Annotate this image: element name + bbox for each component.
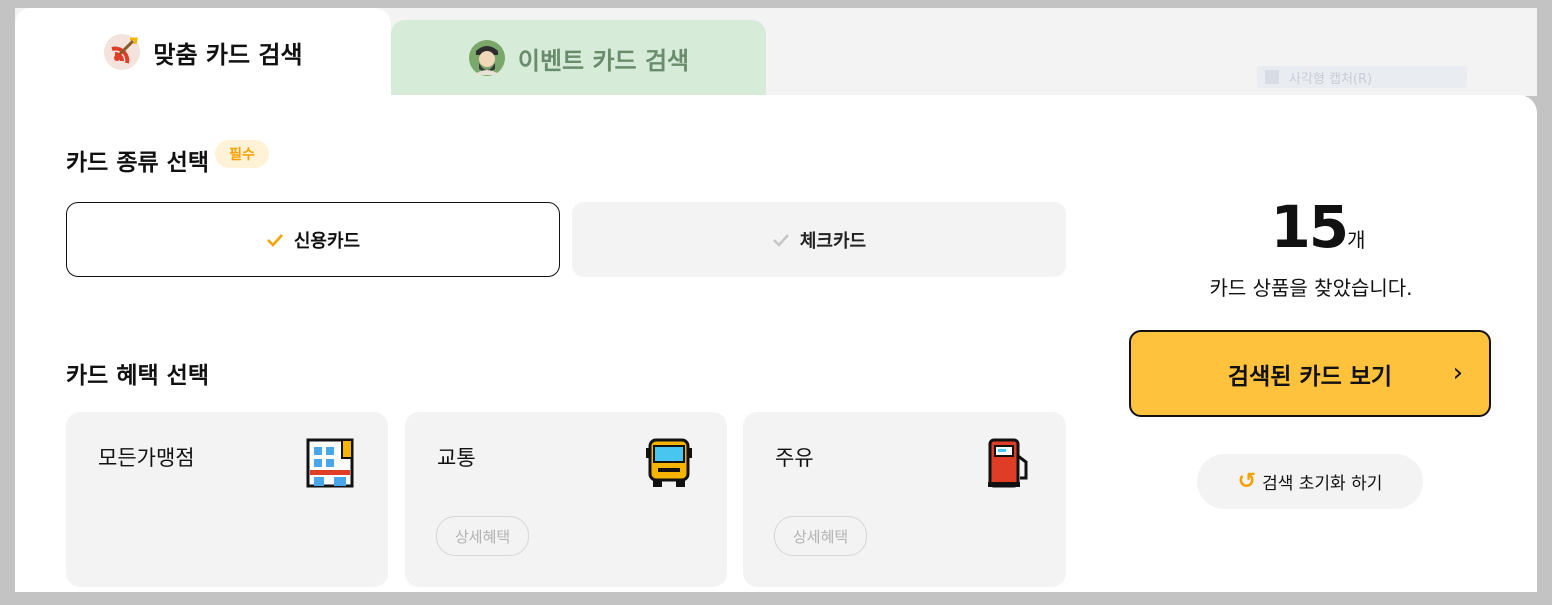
app-frame: 맞춤 카드 검색 이벤트 카드 검색 사각형 캡처(R) 카드 종류 선택 필수… xyxy=(15,8,1537,592)
benefit-title: 카드 혜택 선택 xyxy=(66,363,209,389)
tab-bar: 맞춤 카드 검색 이벤트 카드 검색 사각형 캡처(R) xyxy=(15,8,1537,96)
check-card-option[interactable]: 체크카드 xyxy=(572,202,1066,277)
result-message: 카드 상품을 찾았습니다. xyxy=(1209,276,1413,300)
required-badge: 필수 xyxy=(215,140,269,168)
benefit-card-all-merchants[interactable]: 모든가맹점 xyxy=(66,412,388,587)
benefit-label: 모든가맹점 xyxy=(98,446,195,470)
check-icon xyxy=(772,233,789,247)
checkbox-icon xyxy=(1265,70,1279,84)
detail-benefit-button[interactable]: 상세혜택 xyxy=(774,516,868,556)
capture-checkbox-label: 사각형 캡처(R) xyxy=(1289,71,1373,87)
result-count: 15개 xyxy=(1268,193,1368,261)
benefit-label: 주유 xyxy=(775,446,814,470)
reset-icon: ↺ xyxy=(1237,469,1257,494)
result-count-number: 15 xyxy=(1270,193,1349,261)
card-type-title: 카드 종류 선택 xyxy=(66,150,209,176)
detail-benefit-button[interactable]: 상세혜택 xyxy=(436,516,530,556)
building-icon xyxy=(306,438,354,488)
capture-checkbox[interactable]: 사각형 캡처(R) xyxy=(1257,66,1467,88)
tab-custom-card-search[interactable]: 맞춤 카드 검색 xyxy=(15,8,391,96)
check-icon xyxy=(266,233,283,247)
reset-button-label: 검색 초기화 하기 xyxy=(1262,474,1383,494)
avatar-icon xyxy=(468,40,505,76)
tab-label: 맞춤 카드 검색 xyxy=(153,40,303,69)
view-searched-cards-button[interactable]: 검색된 카드 보기 › xyxy=(1129,330,1491,417)
benefit-card-fuel[interactable]: 주유 상세혜택 xyxy=(743,412,1066,587)
bus-icon xyxy=(646,438,692,487)
benefit-label: 교통 xyxy=(437,446,476,470)
chevron-right-icon: › xyxy=(1452,358,1463,388)
credit-card-option[interactable]: 신용카드 xyxy=(66,202,560,277)
option-label: 신용카드 xyxy=(293,230,361,252)
result-count-unit: 개 xyxy=(1347,228,1366,252)
reset-search-button[interactable]: ↺ 검색 초기화 하기 xyxy=(1197,454,1423,509)
tab-label: 이벤트 카드 검색 xyxy=(517,46,690,75)
view-button-label: 검색된 카드 보기 xyxy=(1227,363,1393,390)
tab-event-card-search[interactable]: 이벤트 카드 검색 xyxy=(391,20,766,96)
target-icon xyxy=(104,34,141,70)
search-panel: 카드 종류 선택 필수 신용카드 체크카드 카드 혜택 선택 모든가맹점 교통 … xyxy=(15,95,1537,592)
option-label: 체크카드 xyxy=(799,230,867,252)
benefit-card-transport[interactable]: 교통 상세혜택 xyxy=(405,412,727,587)
gas-pump-icon xyxy=(988,438,1028,488)
